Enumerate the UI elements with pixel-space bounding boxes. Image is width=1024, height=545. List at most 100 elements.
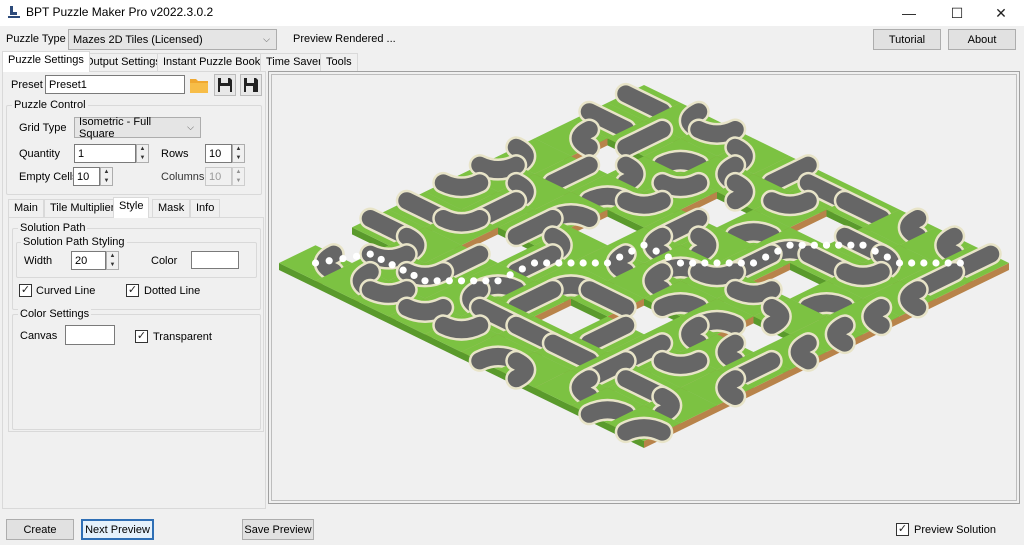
columns-label: Columns bbox=[161, 171, 205, 183]
solution-dot bbox=[339, 254, 347, 263]
solution-dot bbox=[640, 241, 648, 249]
save-as-icon bbox=[244, 78, 258, 92]
save-preview-button[interactable]: Save Preview bbox=[242, 519, 314, 540]
road bbox=[763, 299, 790, 334]
path-color-swatch[interactable] bbox=[191, 251, 239, 269]
rows-input[interactable]: 10 bbox=[205, 144, 232, 163]
curved-line-checkbox[interactable]: ✓ bbox=[19, 284, 32, 297]
road bbox=[644, 263, 671, 299]
road bbox=[717, 370, 744, 405]
checkmark-icon: ✓ bbox=[897, 523, 908, 535]
road bbox=[653, 152, 708, 174]
color-label: Color bbox=[151, 255, 178, 267]
chevron-down-icon: ⌵ bbox=[263, 34, 270, 44]
subtab-tile-multiplier[interactable]: Tile Multiplier bbox=[44, 199, 121, 217]
tab-instant-puzzle-books[interactable]: Instant Puzzle Books bbox=[157, 53, 272, 71]
solution-dot bbox=[859, 241, 867, 249]
road bbox=[434, 174, 489, 196]
road bbox=[900, 281, 927, 316]
about-button[interactable]: About bbox=[948, 29, 1016, 50]
road bbox=[900, 210, 927, 245]
spin-up-icon: ▲ bbox=[139, 146, 146, 152]
road bbox=[471, 156, 525, 179]
canvas-label: Canvas bbox=[20, 330, 58, 342]
create-button[interactable]: Create bbox=[6, 519, 74, 540]
solution-dot bbox=[774, 247, 782, 255]
spin-up-icon: ▲ bbox=[235, 146, 242, 152]
width-stepper[interactable]: ▲ ▼ bbox=[106, 251, 119, 270]
road bbox=[653, 388, 680, 423]
rows-stepper[interactable]: ▲ ▼ bbox=[232, 144, 245, 163]
folder-open-icon bbox=[190, 79, 208, 93]
solution-dot bbox=[352, 252, 361, 260]
save-preset-button[interactable] bbox=[214, 74, 236, 96]
preview-solution-checkbox[interactable]: ✓ bbox=[896, 523, 909, 536]
width-label: Width bbox=[24, 255, 53, 267]
solution-dot bbox=[457, 277, 466, 285]
road bbox=[799, 294, 854, 316]
road bbox=[398, 299, 452, 321]
subtab-main[interactable]: Main bbox=[8, 199, 44, 217]
empty-cells-stepper[interactable]: ▲ ▼ bbox=[100, 167, 113, 186]
dotted-line-label: Dotted Line bbox=[144, 285, 201, 297]
save-as-preset-button[interactable] bbox=[240, 74, 262, 96]
maximize-button[interactable]: ☐ bbox=[934, 0, 980, 26]
checkmark-icon: ✓ bbox=[127, 284, 138, 296]
subtab-style[interactable]: Style bbox=[113, 197, 150, 218]
solution-dot bbox=[871, 247, 879, 255]
color-settings-title: Color Settings bbox=[18, 308, 92, 320]
solution-dot bbox=[920, 259, 928, 267]
solution-dot bbox=[506, 271, 514, 279]
solution-dot bbox=[749, 259, 758, 267]
spin-down-icon: ▼ bbox=[139, 154, 146, 161]
road bbox=[507, 352, 534, 388]
solution-dot bbox=[701, 259, 709, 267]
road bbox=[726, 281, 781, 303]
road bbox=[790, 334, 817, 370]
transparent-label: Transparent bbox=[153, 331, 212, 343]
solution-dot bbox=[762, 253, 770, 261]
width-input[interactable]: 20 bbox=[71, 251, 106, 270]
preset-input[interactable]: Preset1 bbox=[45, 75, 185, 94]
puzzle-type-value: Mazes 2D Tiles (Licensed) bbox=[73, 33, 203, 46]
minimize-button[interactable]: — bbox=[886, 0, 932, 26]
solution-dot bbox=[591, 259, 599, 267]
tab-puzzle-settings[interactable]: Puzzle Settings bbox=[2, 51, 90, 72]
subtab-info[interactable]: Info bbox=[190, 199, 221, 217]
road bbox=[617, 419, 671, 441]
tab-tools[interactable]: Tools bbox=[320, 53, 358, 71]
road bbox=[690, 227, 717, 263]
bpt-app-icon bbox=[7, 5, 21, 19]
empty-cells-input[interactable]: 10 bbox=[73, 167, 100, 186]
puzzle-type-select[interactable]: Mazes 2D Tiles (Licensed) ⌵ bbox=[68, 29, 277, 50]
solution-dot bbox=[835, 241, 843, 249]
road bbox=[361, 245, 416, 268]
solution-dot bbox=[944, 259, 952, 267]
close-button[interactable]: ✕ bbox=[978, 0, 1024, 26]
close-icon: ✕ bbox=[995, 4, 1007, 21]
solution-dot bbox=[798, 241, 806, 249]
canvas-color-swatch[interactable] bbox=[65, 325, 115, 345]
next-preview-button[interactable]: Next Preview bbox=[81, 519, 154, 540]
open-preset-button[interactable] bbox=[188, 74, 210, 96]
quantity-stepper[interactable]: ▲ ▼ bbox=[136, 144, 149, 163]
title-bar: BPT Puzzle Maker Pro v2022.3.0.2 — ☐ ✕ bbox=[0, 0, 1024, 26]
solution-dot bbox=[956, 259, 964, 267]
road bbox=[763, 192, 817, 214]
solution-dot bbox=[895, 259, 904, 267]
subtab-mask[interactable]: Mask bbox=[152, 199, 191, 217]
road bbox=[653, 174, 708, 196]
grid-type-label: Grid Type bbox=[19, 122, 67, 134]
road bbox=[434, 210, 489, 232]
grid-type-select[interactable]: Isometric - Full Square ⌵ bbox=[74, 116, 201, 140]
dotted-line-checkbox[interactable]: ✓ bbox=[126, 284, 139, 297]
tab-output-settings[interactable]: Output Settings bbox=[79, 53, 167, 71]
transparent-checkbox[interactable]: ✓ bbox=[135, 330, 148, 343]
solution-dot bbox=[421, 277, 429, 285]
quantity-input[interactable]: 1 bbox=[74, 144, 136, 163]
tab-time-saver[interactable]: Time Saver bbox=[260, 53, 328, 71]
tutorial-button[interactable]: Tutorial bbox=[873, 29, 941, 50]
solution-dot bbox=[725, 259, 733, 267]
road bbox=[717, 334, 744, 370]
solution-dot bbox=[433, 277, 441, 285]
